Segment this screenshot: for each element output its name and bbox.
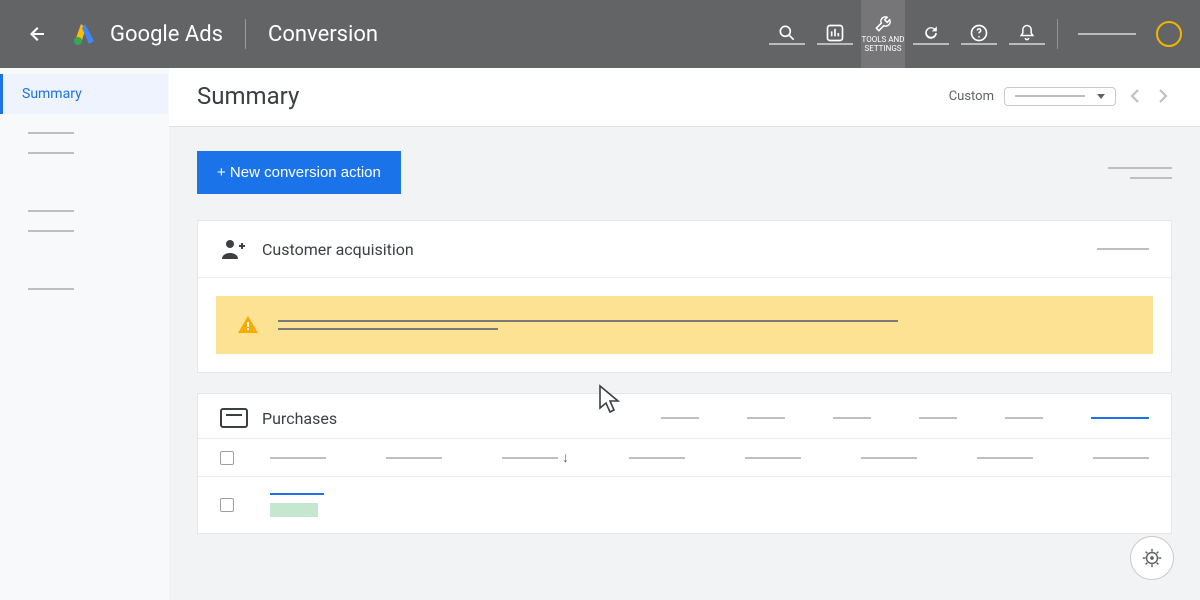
search-button[interactable]: [765, 10, 809, 58]
table-header: ↓: [198, 438, 1171, 476]
customer-acquisition-card: Customer acquisition: [197, 220, 1172, 373]
divider: [1057, 19, 1058, 49]
content-area: + New conversion action Customer acquisi…: [169, 127, 1200, 600]
refresh-button[interactable]: [909, 10, 953, 58]
help-button[interactable]: [957, 10, 1001, 58]
status-chip: [270, 503, 318, 517]
tools-settings-button[interactable]: TOOLS AND SETTINGS: [861, 0, 905, 68]
sidebar: Summary: [0, 68, 169, 600]
card-title: Purchases: [262, 409, 337, 428]
app-header: Google Ads Conversion TOOLS AND SETTINGS: [0, 0, 1200, 68]
card-title: Customer acquisition: [262, 240, 414, 259]
new-conversion-action-button[interactable]: + New conversion action: [197, 151, 401, 194]
notifications-button[interactable]: [1005, 10, 1049, 58]
tools-settings-label: TOOLS AND SETTINGS: [861, 36, 905, 54]
main-content: Summary Custom + New conversion action: [169, 68, 1200, 600]
account-avatar[interactable]: [1156, 21, 1182, 47]
sort-arrow-icon[interactable]: ↓: [562, 449, 569, 466]
sidebar-item[interactable]: [28, 132, 74, 134]
page-context: Conversion: [268, 22, 378, 47]
google-ads-logo-icon: [72, 21, 98, 47]
row-link[interactable]: [270, 493, 324, 495]
select-all-checkbox[interactable]: [220, 451, 234, 465]
back-button[interactable]: [18, 14, 58, 54]
card-metrics-placeholder: [661, 417, 1149, 419]
product-logo: Google Ads: [72, 21, 223, 47]
product-name: Google Ads: [110, 22, 223, 47]
row-checkbox[interactable]: [220, 498, 234, 512]
divider: [245, 19, 246, 49]
chevron-down-icon: [1097, 94, 1105, 99]
header-tools: TOOLS AND SETTINGS: [765, 0, 1182, 68]
purchases-card: Purchases ↓: [197, 393, 1172, 534]
summary-stats-placeholder: [1108, 167, 1172, 179]
sidebar-item[interactable]: [28, 288, 74, 290]
sidebar-item[interactable]: [28, 210, 74, 212]
view-link[interactable]: [1091, 417, 1149, 419]
page-header: Summary Custom: [169, 68, 1200, 127]
date-next-button[interactable]: [1154, 85, 1172, 107]
person-add-icon: [220, 237, 248, 261]
card-icon: [220, 408, 248, 428]
page-title: Summary: [197, 82, 299, 110]
reports-button[interactable]: [813, 10, 857, 58]
account-placeholder: [1078, 33, 1136, 35]
sidebar-item[interactable]: [28, 152, 74, 154]
warning-text-placeholder: [278, 314, 1131, 336]
date-range-label: Custom: [949, 89, 994, 104]
date-prev-button[interactable]: [1126, 85, 1144, 107]
warning-banner: [216, 296, 1153, 354]
warning-icon: [238, 316, 258, 333]
card-action-placeholder: [1097, 248, 1149, 250]
date-range-picker[interactable]: [1004, 87, 1116, 106]
feedback-fab[interactable]: [1130, 536, 1174, 580]
sidebar-item[interactable]: [28, 230, 74, 232]
sidebar-item-summary[interactable]: Summary: [0, 74, 168, 114]
table-row[interactable]: [198, 476, 1171, 533]
